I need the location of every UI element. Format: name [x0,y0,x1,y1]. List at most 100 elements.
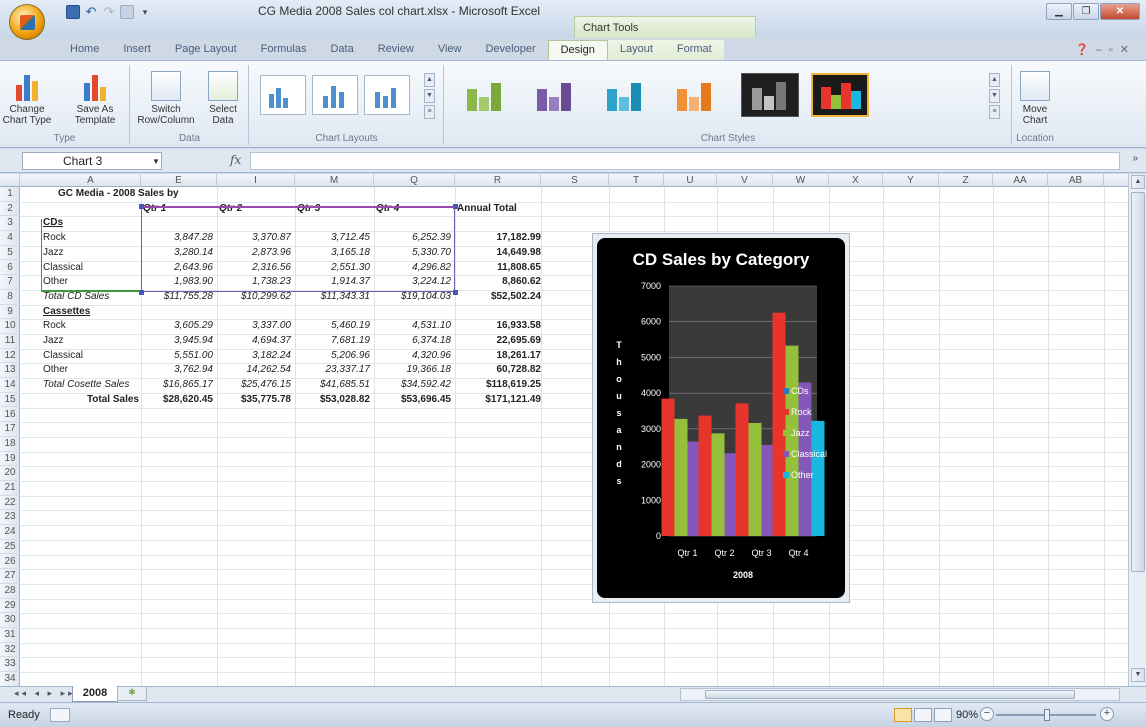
range-handle[interactable] [453,204,458,209]
row-header-5[interactable]: 5 [0,246,20,261]
cassette-row-total[interactable]: 18,261.17 [455,349,542,364]
switch-row-column-button[interactable]: Switch Row/Column [135,71,197,126]
cd-total-row-q4[interactable]: $19,104.03 [374,290,451,305]
sheet-tab-2008[interactable]: 2008 [72,686,118,702]
column-header-t[interactable]: T [609,174,664,187]
total-sales-q2[interactable]: $35,775.78 [217,393,291,408]
name-box-dropdown-icon[interactable]: ▼ [152,157,160,166]
page-break-view-button[interactable] [934,708,952,722]
cd-row-total[interactable]: 11,808.65 [455,261,541,276]
row-header-23[interactable]: 23 [0,510,20,526]
column-header-v[interactable]: V [717,174,773,187]
styles-scroll-up[interactable]: ▲ [989,73,1000,87]
layouts-more[interactable]: ≡ [424,105,435,119]
column-header-m[interactable]: M [295,174,374,187]
cassette-total-row-q1[interactable]: $16,865.17 [141,378,213,393]
select-all-corner[interactable] [0,174,20,187]
column-header-r[interactable]: R [455,174,541,187]
expand-formula-bar-icon[interactable]: » [1132,153,1138,164]
tab-page-layout[interactable]: Page Layout [163,40,249,60]
row-header-10[interactable]: 10 [0,319,20,334]
row-header-27[interactable]: 27 [0,569,20,584]
scroll-down-button[interactable]: ▼ [1131,668,1145,682]
save-icon[interactable] [66,5,80,19]
change-chart-type-button[interactable]: Change Chart Type [2,71,52,126]
select-data-button[interactable]: Select Data [201,71,245,126]
total-sales-q1[interactable]: $28,620.45 [141,393,213,408]
restore-button[interactable]: ❐ [1073,3,1099,20]
range-handle[interactable] [139,204,144,209]
total-sales-q4[interactable]: $53,696.45 [374,393,451,408]
undo-icon[interactable]: ↶ [84,5,98,19]
tab-review[interactable]: Review [366,40,426,60]
cd-row-total[interactable]: 14,649.98 [455,246,542,261]
tab-insert[interactable]: Insert [111,40,163,60]
cassette-row-q1[interactable]: 5,551.00 [141,349,213,364]
row-header-33[interactable]: 33 [0,657,20,673]
column-header-z[interactable]: Z [939,174,993,187]
tab-view[interactable]: View [426,40,474,60]
row-header-15[interactable]: 15 [0,393,20,408]
tab-format[interactable]: Format [664,40,724,60]
move-chart-button[interactable]: Move Chart [1010,71,1060,126]
help-icon[interactable]: ❓ [1075,44,1096,56]
formula-input[interactable] [250,152,1120,170]
row-header-19[interactable]: 19 [0,452,20,467]
column-header-i[interactable]: I [217,174,295,187]
cassette-row-total[interactable]: 22,695.69 [455,334,542,349]
row-header-28[interactable]: 28 [0,584,20,599]
chart-style-green[interactable] [457,73,515,117]
quick-print-icon[interactable] [120,5,134,19]
total-sales-label[interactable]: Total Sales [43,393,139,408]
column-header-x[interactable]: X [829,174,883,187]
chart-layout-2[interactable] [312,75,358,115]
layouts-scroll-up[interactable]: ▲ [424,73,435,87]
ribbon-close-icon[interactable]: ✕ [1120,44,1136,56]
row-header-9[interactable]: 9 [0,305,20,320]
chart-style-orange[interactable] [667,73,725,117]
cassette-row-total[interactable]: 16,933.58 [455,319,542,334]
redo-icon[interactable]: ↷ [102,5,116,19]
scroll-up-button[interactable]: ▲ [1131,175,1145,189]
row-header-18[interactable]: 18 [0,437,20,452]
cd-total-row-q1[interactable]: $11,755.28 [141,290,213,305]
insert-sheet-icon[interactable]: ✱ [117,687,147,701]
column-header-aa[interactable]: AA [993,174,1048,187]
cassette-row-q2[interactable]: 14,262.54 [217,363,292,378]
cassette-row-q2[interactable]: 3,337.00 [217,319,291,334]
row-header-31[interactable]: 31 [0,628,20,643]
header-annual-total[interactable]: Annual Total [457,202,537,217]
tab-data[interactable]: Data [318,40,365,60]
row-header-34[interactable]: 34 [0,672,20,686]
cassette-row-q2[interactable]: 4,694.37 [217,334,291,349]
horizontal-scroll-thumb[interactable] [705,690,1075,699]
cassette-total-row-q4[interactable]: $34,592.42 [374,378,451,393]
cassette-row-label[interactable]: Other [43,363,139,378]
cassette-total-row-q2[interactable]: $25,476.15 [217,378,291,393]
row-header-8[interactable]: 8 [0,290,20,305]
cassette-row-q1[interactable]: 3,605.29 [141,319,213,334]
cassette-row-q3[interactable]: 23,337.17 [295,363,371,378]
range-handle[interactable] [453,290,458,295]
chart-style-gray-dark[interactable] [741,73,799,117]
chart-style-aqua[interactable] [597,73,655,117]
zoom-slider-thumb[interactable] [1044,709,1050,721]
customize-qat-icon[interactable]: ▾ [138,5,152,19]
total-sales-q3[interactable]: $53,028.82 [295,393,370,408]
row-header-30[interactable]: 30 [0,613,20,628]
row-header-26[interactable]: 26 [0,555,20,570]
row-header-16[interactable]: 16 [0,408,20,423]
cassette-row-q4[interactable]: 4,320.96 [374,349,451,364]
row-header-11[interactable]: 11 [0,334,20,349]
cd-total-row-label[interactable]: Total CD Sales [43,290,139,305]
row-header-20[interactable]: 20 [0,466,20,481]
zoom-out-button[interactable]: − [980,707,994,721]
chart-style-multicolor-dark[interactable] [811,73,869,117]
cd-total-row-q3[interactable]: $11,343.31 [295,290,370,305]
minimize-button[interactable]: ▁ [1046,3,1072,20]
cd-row-total[interactable]: 8,860.62 [455,275,541,290]
column-header-e[interactable]: E [141,174,217,187]
row-header-2[interactable]: 2 [0,202,20,217]
row-header-6[interactable]: 6 [0,261,20,276]
row-header-22[interactable]: 22 [0,496,20,511]
